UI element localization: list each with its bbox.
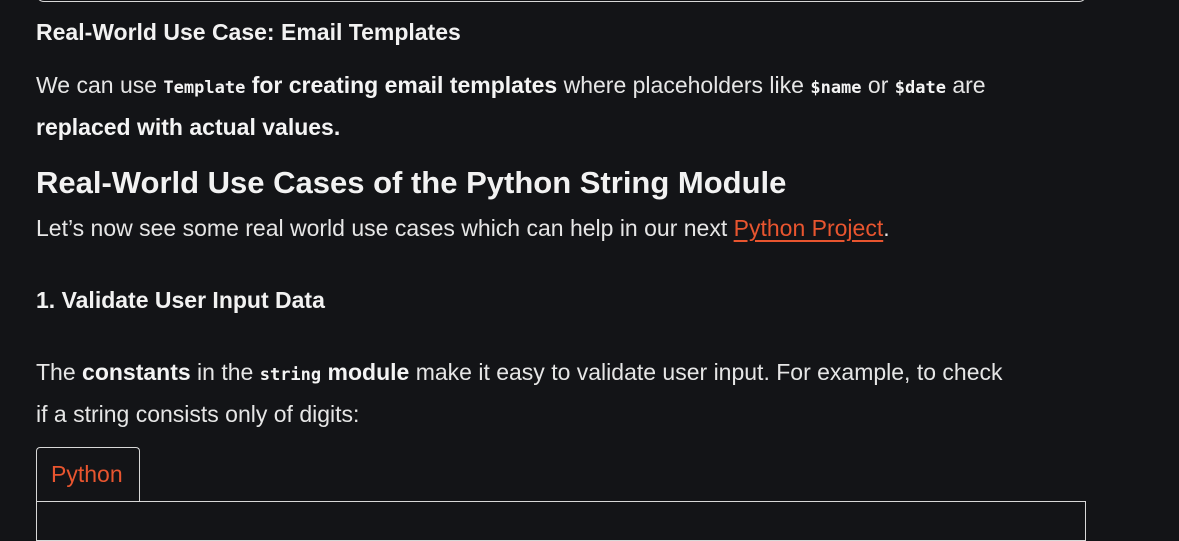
section-heading-use-cases: Real-World Use Cases of the Python Strin… bbox=[36, 165, 787, 200]
subsection-heading-validate-input: 1. Validate User Input Data bbox=[36, 287, 325, 313]
paragraph-validate-input: The constants in the string module make … bbox=[36, 353, 1086, 434]
bold-text: constants bbox=[82, 359, 191, 385]
text: make it easy to validate user input. For… bbox=[409, 359, 1003, 385]
inline-code-template: Template bbox=[163, 78, 246, 98]
text: in the bbox=[190, 359, 260, 385]
paragraph-email-templates: We can use Template for creating email t… bbox=[36, 66, 1086, 147]
text: We can use bbox=[36, 72, 164, 98]
python-project-link[interactable]: Python Project bbox=[734, 215, 884, 241]
code-tab-python[interactable]: Python bbox=[36, 447, 140, 501]
bold-text: module bbox=[321, 359, 410, 385]
code-block bbox=[36, 501, 1086, 541]
text: if a string consists only of digits: bbox=[36, 401, 360, 427]
text: or bbox=[861, 72, 895, 98]
section-heading-email-templates: Real-World Use Case: Email Templates bbox=[36, 19, 461, 45]
inline-code-name: $name bbox=[810, 78, 862, 98]
previous-card-border bbox=[36, 0, 1087, 2]
text: The bbox=[36, 359, 83, 385]
inline-code-string: string bbox=[259, 365, 322, 385]
paragraph-use-cases-intro: Let’s now see some real world use cases … bbox=[36, 209, 1086, 248]
bold-text: for creating email templates bbox=[245, 72, 558, 98]
text: Let’s now see some real world use cases … bbox=[36, 215, 734, 241]
bold-text: replaced with actual values. bbox=[36, 114, 341, 140]
code-tab-label: Python bbox=[51, 461, 123, 487]
text: where placeholders like bbox=[557, 72, 811, 98]
text: . bbox=[883, 215, 890, 241]
text: are bbox=[945, 72, 986, 98]
inline-code-date: $date bbox=[894, 78, 946, 98]
